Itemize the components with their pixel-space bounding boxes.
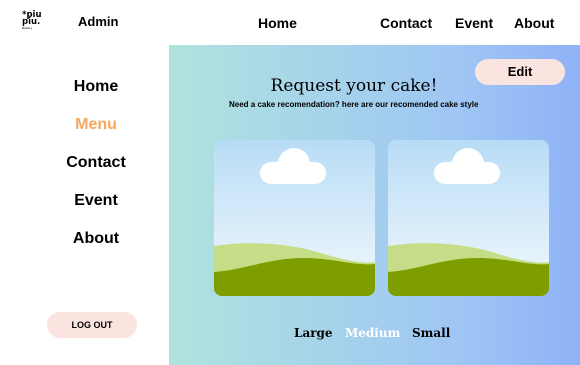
size-option-small[interactable]: Small — [412, 326, 450, 340]
sidebar-nav: Home Menu Contact Event About — [0, 77, 192, 267]
sidebar-item-about[interactable]: About — [0, 229, 192, 267]
page-title: Request your cake! — [270, 76, 438, 96]
logout-button[interactable]: LOG OUT — [47, 312, 137, 338]
cake-card-1[interactable] — [214, 140, 375, 296]
page-subtitle: Need a cake recomendation? here are our … — [229, 100, 479, 109]
cake-card-2[interactable] — [388, 140, 549, 296]
size-option-medium[interactable]: Medium — [345, 326, 400, 340]
sidebar-item-event[interactable]: Event — [0, 191, 192, 229]
image-placeholder-icon — [214, 140, 375, 296]
size-option-large[interactable]: Large — [294, 326, 333, 340]
topnav-home[interactable]: Home — [258, 15, 297, 31]
image-placeholder-icon — [388, 140, 549, 296]
sidebar-item-menu[interactable]: Menu — [0, 115, 192, 153]
topnav-contact[interactable]: Contact — [380, 15, 432, 31]
sidebar: *piu piu. Bakery Admin Home Menu Contact… — [0, 0, 169, 365]
topnav-about[interactable]: About — [514, 15, 554, 31]
top-navbar: Home Menu Contact Event About — [169, 0, 580, 45]
sidebar-item-home[interactable]: Home — [0, 77, 192, 115]
topnav-menu[interactable]: Menu — [322, 15, 359, 31]
brand-logo[interactable]: *piu piu. Bakery — [22, 11, 42, 34]
admin-label: Admin — [78, 14, 119, 29]
sidebar-item-contact[interactable]: Contact — [0, 153, 192, 191]
topnav-event[interactable]: Event — [455, 15, 493, 31]
main-content: Edit Request your cake! Need a cake reco… — [169, 45, 580, 365]
